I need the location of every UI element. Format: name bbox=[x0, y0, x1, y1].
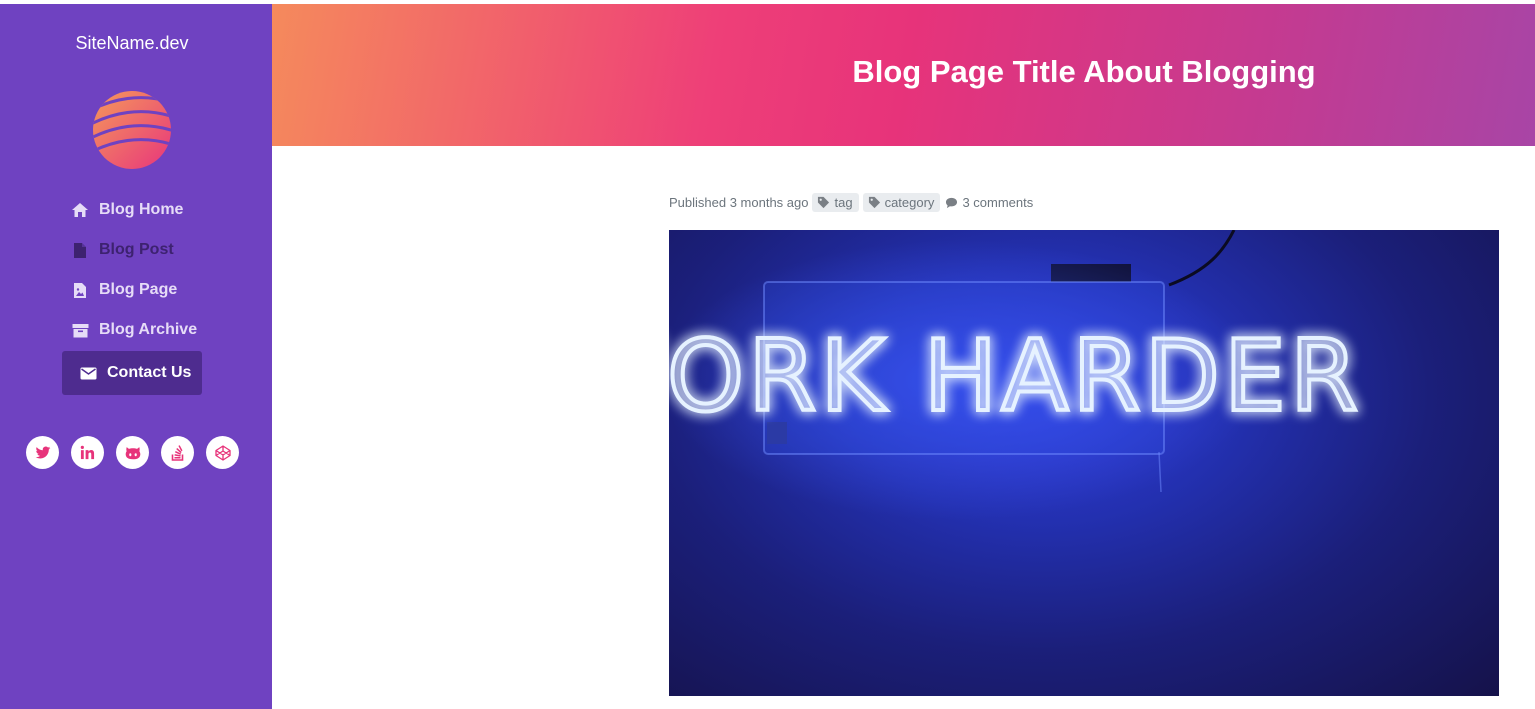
post-meta: Published 3 months ago tag category 3 co… bbox=[669, 193, 1033, 212]
sign-text: WORK HARDER bbox=[669, 320, 1362, 434]
file-icon bbox=[71, 241, 89, 259]
codepen-icon bbox=[214, 444, 231, 461]
linkedin-icon bbox=[80, 445, 95, 460]
sidebar-item-label: Blog Post bbox=[99, 241, 174, 258]
tag-icon bbox=[818, 196, 830, 209]
tag-icon bbox=[868, 196, 880, 209]
archive-icon bbox=[71, 321, 89, 339]
comments-count: 3 comments bbox=[962, 195, 1034, 210]
sidebar-item-label: Blog Page bbox=[99, 281, 178, 298]
hero-image: WORK HARDER bbox=[669, 230, 1499, 696]
twitter-icon bbox=[35, 446, 50, 458]
comment-icon bbox=[946, 197, 958, 208]
published-date: Published 3 months ago bbox=[669, 195, 809, 210]
site-name[interactable]: SiteName.dev bbox=[0, 33, 264, 54]
sidebar-item-label: Contact Us bbox=[107, 364, 192, 381]
tag-badge[interactable]: tag bbox=[812, 193, 859, 212]
page-header: Blog Page Title About Blogging bbox=[272, 4, 1535, 146]
tag-label: tag bbox=[834, 195, 853, 210]
twitter-link[interactable] bbox=[26, 436, 59, 469]
category-label: category bbox=[884, 195, 935, 210]
sidebar-item-blog-post[interactable]: Blog Post bbox=[0, 230, 264, 270]
sidebar-item-contact-us[interactable]: Contact Us bbox=[62, 351, 202, 395]
codepen-link[interactable] bbox=[206, 436, 239, 469]
neon-sign-image: WORK HARDER bbox=[669, 230, 1362, 520]
page-title: Blog Page Title About Blogging bbox=[852, 54, 1316, 89]
social-links bbox=[26, 436, 239, 469]
sidebar: SiteName.dev Blog Home Blog Post Blog Pa… bbox=[0, 4, 272, 709]
sidebar-item-blog-page[interactable]: Blog Page bbox=[0, 270, 264, 310]
envelope-icon bbox=[79, 364, 97, 382]
sidebar-item-blog-home[interactable]: Blog Home bbox=[0, 190, 264, 230]
sidebar-item-blog-archive[interactable]: Blog Archive bbox=[0, 310, 264, 350]
sidebar-item-label: Blog Home bbox=[99, 201, 184, 218]
category-badge[interactable]: category bbox=[862, 193, 941, 212]
github-icon bbox=[125, 447, 140, 460]
home-icon bbox=[71, 201, 89, 219]
stackoverflow-icon bbox=[171, 444, 183, 461]
github-link[interactable] bbox=[116, 436, 149, 469]
stackoverflow-link[interactable] bbox=[161, 436, 194, 469]
globe-logo-icon[interactable] bbox=[92, 90, 172, 170]
comments-link[interactable]: 3 comments bbox=[945, 195, 1033, 210]
file-image-icon bbox=[71, 281, 89, 299]
sidebar-item-label: Blog Archive bbox=[99, 321, 198, 338]
sidebar-nav: Blog Home Blog Post Blog Page Blog Archi… bbox=[0, 190, 264, 395]
linkedin-link[interactable] bbox=[71, 436, 104, 469]
